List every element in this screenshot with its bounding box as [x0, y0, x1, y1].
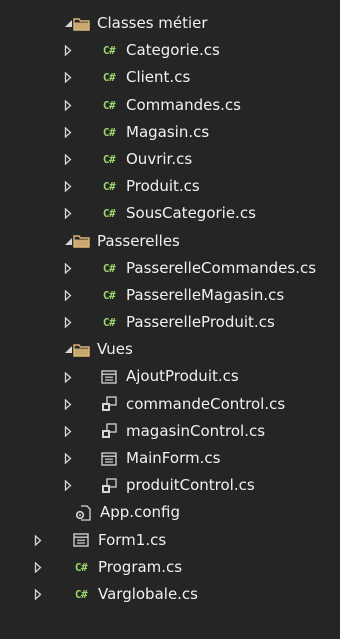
tree-item-label: SousCategorie.cs: [126, 204, 256, 223]
tree-item[interactable]: C# Categorie.cs: [0, 37, 340, 64]
csharp-file-icon: C#: [100, 119, 118, 146]
collapse-arrow-icon[interactable]: [63, 418, 73, 445]
tree-item-label: Magasin.cs: [126, 122, 210, 141]
csharp-glyph: C#: [74, 587, 88, 601]
csharp-file-icon: C#: [100, 173, 118, 200]
tree-item[interactable]: C# PasserelleProduit.cs: [0, 309, 340, 336]
csharp-file-icon: C#: [100, 146, 118, 173]
csharp-file-icon: C#: [100, 255, 118, 282]
collapse-arrow-icon[interactable]: [63, 64, 73, 91]
tree-item[interactable]: C# Ouvrir.cs: [0, 146, 340, 173]
tree-item[interactable]: C# Program.cs: [0, 554, 340, 581]
csharp-file-icon: C#: [72, 581, 90, 608]
tree-item-label: Produit.cs: [126, 177, 200, 196]
tree-item[interactable]: magasinControl.cs: [0, 418, 340, 445]
tree-item-label: PasserelleCommandes.cs: [126, 258, 317, 277]
form-icon: [100, 445, 118, 472]
tree-item[interactable]: commandeControl.cs: [0, 391, 340, 418]
tree-item-label: Program.cs: [98, 557, 183, 576]
tree-item-label: produitControl.cs: [126, 476, 255, 495]
tree-item-label: Vues: [97, 340, 133, 359]
collapse-arrow-icon[interactable]: [63, 173, 73, 200]
tree-item[interactable]: C# Commandes.cs: [0, 92, 340, 119]
collapse-arrow-icon[interactable]: [63, 472, 73, 499]
tree-item-label: commandeControl.cs: [126, 394, 286, 413]
tree-item-label: Form1.cs: [98, 530, 167, 549]
form-icon: [72, 527, 90, 554]
tree-item[interactable]: Classes métier: [0, 10, 340, 37]
csharp-file-icon: C#: [100, 37, 118, 64]
tree-item[interactable]: C# Magasin.cs: [0, 119, 340, 146]
tree-item[interactable]: Passerelles: [0, 228, 340, 255]
form-icon: [100, 363, 118, 390]
csharp-glyph: C#: [102, 288, 116, 302]
tree-item-label: App.config: [100, 503, 180, 522]
collapse-arrow-icon[interactable]: [63, 391, 73, 418]
tree-item[interactable]: C# PasserelleCommandes.cs: [0, 255, 340, 282]
collapse-arrow-icon[interactable]: [33, 527, 43, 554]
user-control-icon: [100, 472, 118, 499]
csharp-glyph: C#: [102, 44, 116, 58]
csharp-file-icon: C#: [100, 64, 118, 91]
tree-item[interactable]: App.config: [0, 499, 340, 526]
collapse-arrow-icon[interactable]: [63, 146, 73, 173]
tree-item[interactable]: AjoutProduit.cs: [0, 363, 340, 390]
tree-item[interactable]: C# Client.cs: [0, 64, 340, 91]
tree-item-label: MainForm.cs: [126, 449, 221, 467]
tree-item-label: magasinControl.cs: [126, 421, 266, 440]
collapse-arrow-icon[interactable]: [63, 309, 73, 336]
collapse-arrow-icon[interactable]: [63, 255, 73, 282]
tree-item[interactable]: C# Varglobale.cs: [0, 581, 340, 608]
collapse-arrow-icon[interactable]: [63, 282, 73, 309]
tree-item[interactable]: C# PasserelleMagasin.cs: [0, 282, 340, 309]
csharp-glyph: C#: [102, 316, 116, 330]
collapse-arrow-icon[interactable]: [63, 92, 73, 119]
folder-icon: [72, 228, 90, 255]
collapse-arrow-icon[interactable]: [33, 581, 43, 608]
tree-item[interactable]: Form1.cs: [0, 527, 340, 554]
csharp-glyph: C#: [102, 207, 116, 221]
collapse-arrow-icon[interactable]: [63, 119, 73, 146]
tree-item[interactable]: Vues: [0, 336, 340, 363]
tree-item-label: Classes métier: [97, 14, 208, 32]
csharp-glyph: C#: [102, 125, 116, 139]
collapse-arrow-icon[interactable]: [63, 37, 73, 64]
tree-item-label: Varglobale.cs: [98, 584, 198, 603]
tree-item[interactable]: produitControl.cs: [0, 472, 340, 499]
tree-item[interactable]: MainForm.cs: [0, 445, 340, 472]
csharp-glyph: C#: [102, 152, 116, 166]
collapse-arrow-icon[interactable]: [63, 445, 73, 472]
user-control-icon: [100, 418, 118, 445]
csharp-glyph: C#: [102, 98, 116, 112]
csharp-file-icon: C#: [72, 554, 90, 581]
collapse-arrow-icon[interactable]: [33, 554, 43, 581]
csharp-glyph: C#: [102, 261, 116, 275]
solution-explorer-tree: Classes métier C# Categorie.cs C# Client.cs C…: [0, 10, 340, 608]
folder-icon: [72, 336, 90, 363]
csharp-glyph: C#: [102, 180, 116, 194]
csharp-glyph: C#: [102, 71, 116, 85]
tree-item-label: Categorie.cs: [126, 41, 220, 60]
collapse-arrow-icon[interactable]: [63, 363, 73, 390]
collapse-arrow-icon[interactable]: [63, 200, 73, 227]
tree-item-label: Commandes.cs: [126, 95, 241, 114]
csharp-glyph: C#: [74, 560, 88, 574]
tree-item-label: PasserelleProduit.cs: [126, 313, 275, 332]
tree-item[interactable]: C# Produit.cs: [0, 173, 340, 200]
csharp-file-icon: C#: [100, 92, 118, 119]
tree-item-label: Client.cs: [126, 68, 191, 87]
user-control-icon: [100, 391, 118, 418]
config-file-icon: [74, 499, 92, 526]
csharp-file-icon: C#: [100, 282, 118, 309]
csharp-file-icon: C#: [100, 309, 118, 336]
tree-item-label: Ouvrir.cs: [126, 149, 193, 168]
tree-item[interactable]: C# SousCategorie.cs: [0, 200, 340, 227]
tree-item-label: Passerelles: [97, 231, 180, 250]
csharp-file-icon: C#: [100, 200, 118, 227]
tree-item-label: PasserelleMagasin.cs: [126, 285, 285, 304]
folder-icon: [72, 10, 90, 37]
tree-item-label: AjoutProduit.cs: [126, 367, 239, 386]
